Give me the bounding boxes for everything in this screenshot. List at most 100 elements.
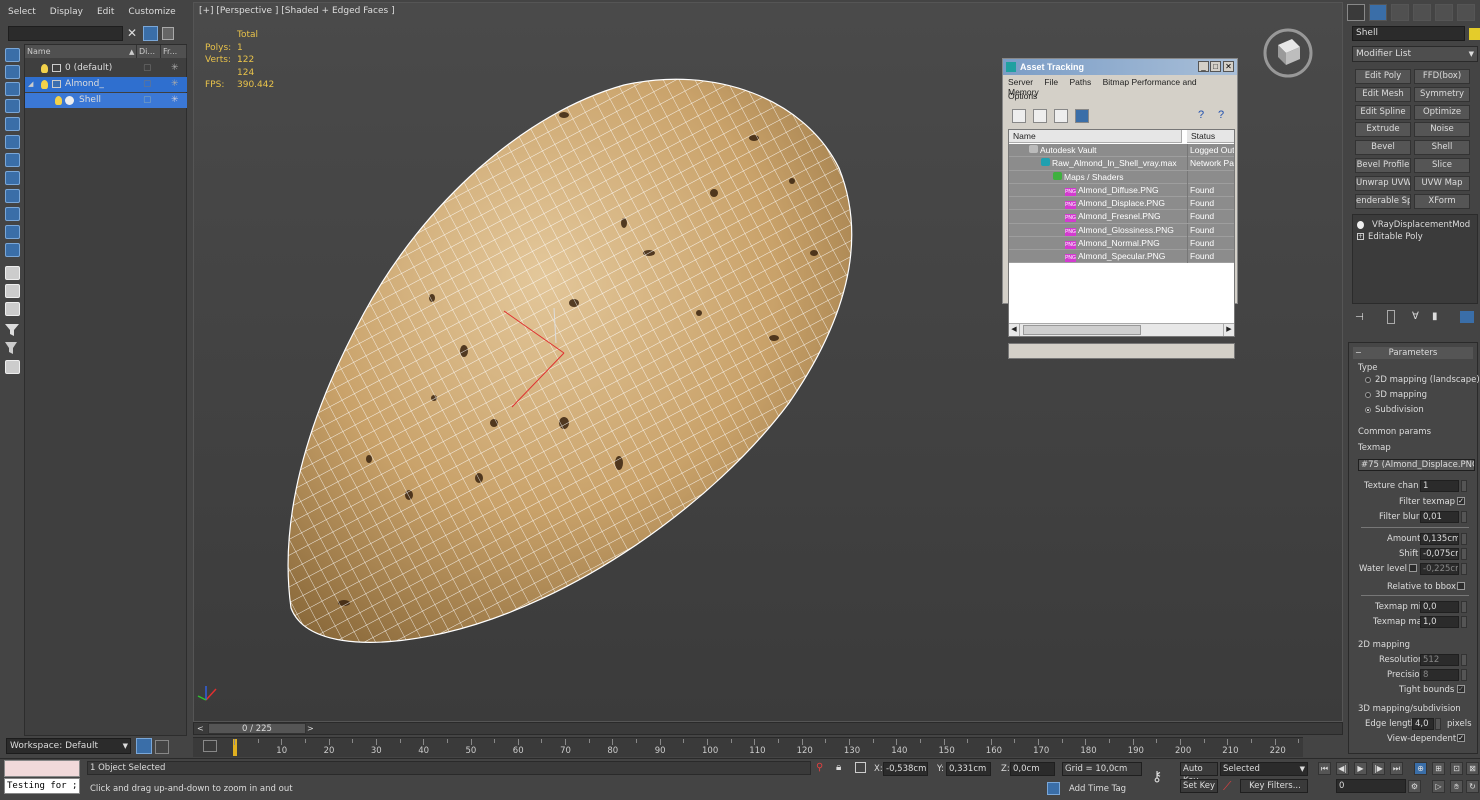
zoom-extents-all-icon[interactable]: ⊠ bbox=[1466, 762, 1479, 775]
mini-curve-editor-icon[interactable] bbox=[203, 740, 217, 752]
amount-field[interactable]: 0,135cm bbox=[1420, 533, 1459, 545]
water-level-checkbox[interactable] bbox=[1409, 564, 1417, 572]
lightbulb-icon[interactable] bbox=[1357, 221, 1364, 229]
bones-filter-icon[interactable] bbox=[5, 243, 20, 257]
funnel-icon[interactable] bbox=[5, 324, 20, 338]
absolute-mode-icon[interactable] bbox=[855, 762, 866, 773]
groups-filter-icon[interactable] bbox=[5, 207, 20, 221]
help-icon[interactable]: ? bbox=[1198, 109, 1212, 123]
modifier-button[interactable]: enderable Splin bbox=[1355, 193, 1411, 209]
water-level-spinner[interactable] bbox=[1461, 563, 1467, 575]
layers-icon[interactable] bbox=[162, 27, 174, 40]
radio-3d-mapping[interactable] bbox=[1365, 392, 1371, 398]
texmap-min-field[interactable]: 0,0 bbox=[1420, 601, 1459, 613]
menu-paths[interactable]: Paths bbox=[1070, 77, 1092, 87]
make-unique-icon[interactable]: ∀ bbox=[1412, 311, 1419, 322]
horizontal-scrollbar[interactable]: ◀ ▶ bbox=[1009, 323, 1234, 336]
modifier-button[interactable]: Bevel bbox=[1355, 140, 1411, 156]
key-icon[interactable]: ⚷ bbox=[1152, 769, 1162, 785]
display-all-icon[interactable] bbox=[5, 65, 20, 79]
scene-row-default-layer[interactable]: 0 (default) ▢ ✳ bbox=[25, 61, 187, 76]
workspace-dropdown[interactable]: Workspace: Default ▼ bbox=[6, 738, 131, 754]
column-display[interactable]: Di... bbox=[137, 45, 161, 58]
refresh-icon[interactable] bbox=[1012, 109, 1026, 123]
modifier-button[interactable]: Edit Spline bbox=[1355, 104, 1411, 120]
options-icon[interactable] bbox=[5, 360, 20, 374]
modifier-button[interactable]: Noise bbox=[1414, 122, 1470, 138]
box-icon[interactable]: ▢ bbox=[143, 77, 152, 92]
asset-row[interactable]: PNG Almond_Normal.PNG Found bbox=[1009, 236, 1234, 250]
minimize-button[interactable]: _ bbox=[1198, 61, 1209, 72]
filter-icon[interactable] bbox=[143, 26, 158, 41]
layer-manager-icon[interactable] bbox=[136, 738, 152, 754]
column-asset-name[interactable]: Name bbox=[1009, 130, 1182, 143]
modifier-button[interactable]: Symmetry bbox=[1414, 86, 1470, 102]
go-to-end-icon[interactable]: ⏭ bbox=[1390, 762, 1403, 775]
amount-spinner[interactable] bbox=[1461, 533, 1467, 545]
scroll-right-icon[interactable]: ▶ bbox=[1223, 324, 1234, 336]
modifier-button[interactable]: Shell bbox=[1414, 140, 1470, 156]
column-freeze[interactable]: Fr... bbox=[161, 45, 187, 58]
shapes-filter-icon[interactable] bbox=[5, 117, 20, 131]
asset-row[interactable]: PNG Almond_Glossiness.PNG Found bbox=[1009, 223, 1234, 237]
menu-edit[interactable]: Edit bbox=[97, 7, 114, 17]
hierarchy-icon[interactable] bbox=[5, 266, 20, 280]
list-view-icon[interactable] bbox=[1033, 109, 1047, 123]
texmap-button[interactable]: #75 (Almond_Displace.PNG) bbox=[1358, 459, 1475, 471]
column-asset-status[interactable]: Status bbox=[1187, 130, 1234, 143]
key-filters-button[interactable]: Key Filters... bbox=[1240, 779, 1308, 793]
hierarchy-tab-icon[interactable] bbox=[1391, 4, 1409, 21]
snowflake-icon[interactable]: ✳ bbox=[171, 77, 179, 92]
radio-subdivision[interactable] bbox=[1365, 407, 1371, 413]
texture-chan-spinner[interactable] bbox=[1461, 480, 1467, 492]
orbit-icon[interactable]: ↻ bbox=[1466, 780, 1479, 793]
asset-path-field[interactable] bbox=[1008, 343, 1235, 359]
zoom-icon[interactable]: ⊕ bbox=[1414, 762, 1427, 775]
isolate-selection-icon[interactable]: ⚲ bbox=[816, 762, 823, 773]
water-level-field[interactable]: -0,225cm bbox=[1420, 563, 1459, 575]
next-frame-icon[interactable]: > bbox=[307, 723, 314, 734]
box-icon[interactable]: ▢ bbox=[143, 61, 152, 76]
maximize-button[interactable]: □ bbox=[1210, 61, 1221, 72]
resolution-spinner[interactable] bbox=[1461, 654, 1467, 666]
modifier-button[interactable]: Extrude bbox=[1355, 122, 1411, 138]
menu-file[interactable]: File bbox=[1044, 77, 1058, 87]
collapse-minus-icon[interactable]: − bbox=[1355, 348, 1362, 357]
radio-2d-mapping[interactable] bbox=[1365, 377, 1371, 383]
previous-frame-icon[interactable]: ◀| bbox=[1336, 762, 1349, 775]
object-color-swatch[interactable] bbox=[1469, 28, 1480, 40]
helpers-filter-icon[interactable] bbox=[5, 171, 20, 185]
scroll-thumb[interactable] bbox=[1023, 325, 1141, 335]
column-name[interactable]: Name bbox=[25, 45, 137, 58]
z-coordinate-field[interactable]: 0,0cm bbox=[1010, 762, 1055, 776]
lights-filter-icon[interactable] bbox=[5, 135, 20, 149]
box-icon[interactable]: ▢ bbox=[143, 93, 152, 108]
stack-item-vray-displacement[interactable]: VRayDisplacementMod bbox=[1354, 219, 1478, 231]
zoom-all-icon[interactable]: ⊞ bbox=[1432, 762, 1445, 775]
pan-view-icon[interactable]: ✋︎ bbox=[1450, 780, 1463, 793]
lightbulb-icon[interactable] bbox=[41, 64, 48, 73]
filter-blur-field[interactable]: 0,01 bbox=[1420, 511, 1459, 523]
modifier-button[interactable]: Optimize bbox=[1414, 104, 1470, 120]
parameters-header[interactable]: Parameters bbox=[1353, 347, 1473, 359]
next-frame-icon[interactable]: |▶ bbox=[1372, 762, 1385, 775]
texmap-max-spinner[interactable] bbox=[1461, 616, 1467, 628]
field-of-view-icon[interactable]: ▷ bbox=[1432, 780, 1445, 793]
selection-lock-icon[interactable]: 🔒︎ bbox=[836, 762, 841, 773]
layers-toggle-icon[interactable] bbox=[155, 740, 169, 754]
clear-search-icon[interactable]: ✕ bbox=[127, 27, 139, 39]
utilities-tab-icon[interactable] bbox=[1457, 4, 1475, 21]
cameras-filter-icon[interactable] bbox=[5, 153, 20, 167]
snowflake-icon[interactable]: ✳ bbox=[171, 61, 179, 76]
time-tag-icon[interactable] bbox=[1047, 782, 1060, 795]
view-dependent-checkbox[interactable]: ✓ bbox=[1457, 734, 1465, 742]
time-slider[interactable]: < 0 / 225 > bbox=[193, 722, 1343, 735]
precision-spinner[interactable] bbox=[1461, 669, 1467, 681]
prev-frame-icon[interactable]: < bbox=[197, 723, 204, 734]
create-tab-icon[interactable] bbox=[1347, 4, 1365, 21]
menu-display[interactable]: Display bbox=[50, 7, 83, 17]
edge-length-spinner[interactable] bbox=[1435, 718, 1441, 730]
menu-server[interactable]: Server bbox=[1008, 77, 1033, 87]
set-key-button[interactable]: Set Key bbox=[1180, 779, 1218, 793]
modifier-button[interactable]: Slice bbox=[1414, 158, 1470, 173]
